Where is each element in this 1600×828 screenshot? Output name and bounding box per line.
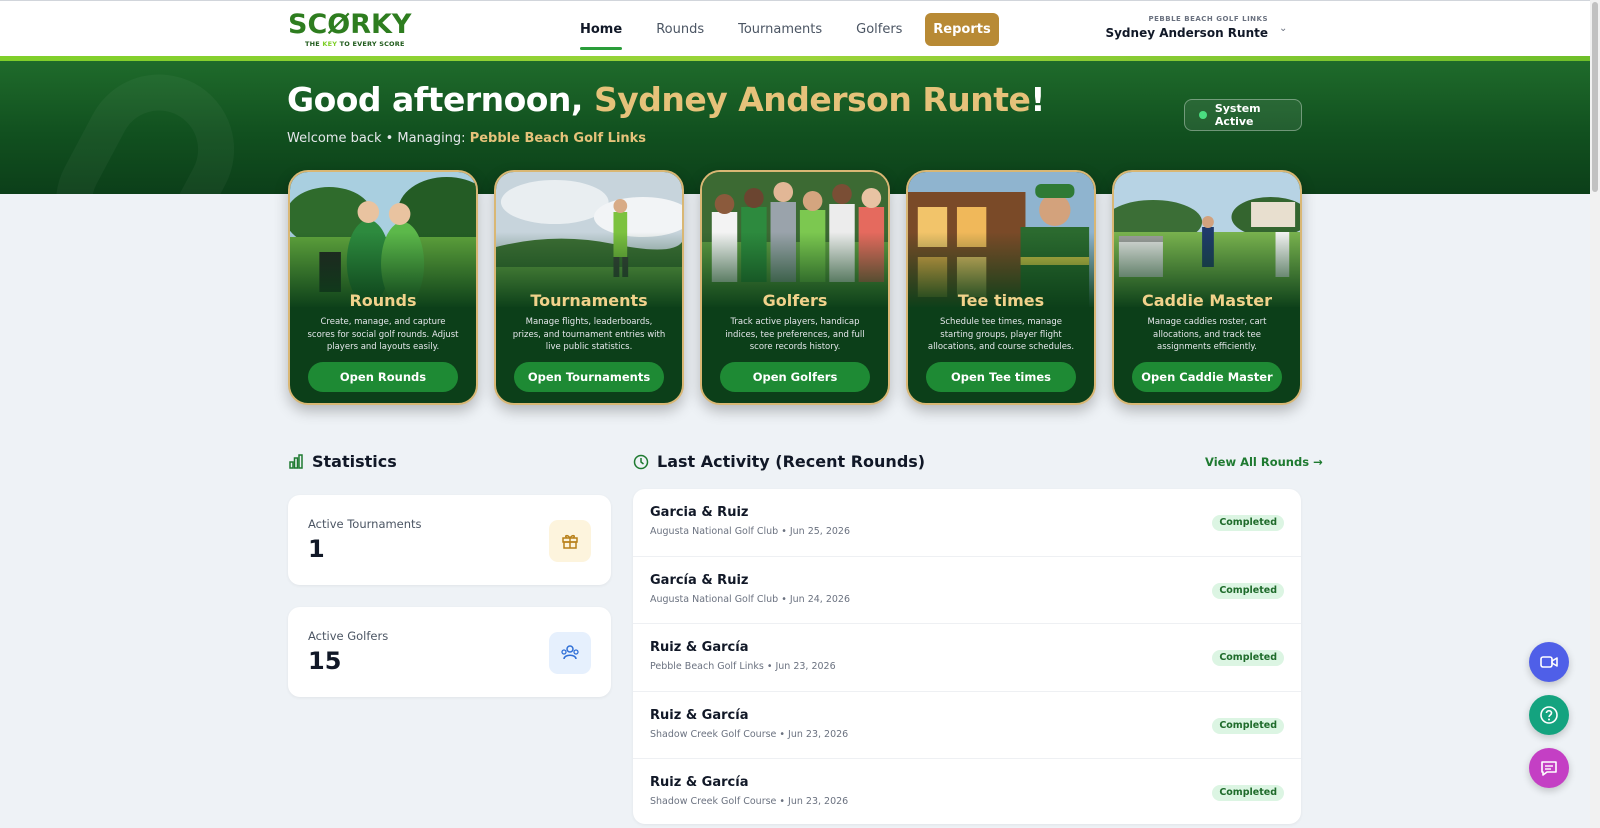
chat-button[interactable] (1529, 748, 1569, 788)
system-status-badge: System Active (1184, 99, 1302, 131)
user-name: Sydney Anderson Runte (1105, 26, 1268, 40)
list-item[interactable]: García & Ruiz Augusta National Golf Club… (633, 557, 1301, 624)
card-description: Manage flights, leaderboards, prizes, an… (512, 317, 666, 352)
clock-icon (633, 454, 649, 469)
open-golfers-button[interactable]: Open Golfers (720, 362, 870, 392)
status-badge: Completed (1212, 785, 1284, 801)
round-name: García & Ruiz (650, 572, 749, 588)
open-rounds-button[interactable]: Open Rounds (308, 362, 458, 392)
user-menu[interactable]: PEBBLE BEACH GOLF LINKS Sydney Anderson … (1105, 15, 1268, 40)
hero-decoration (29, 61, 261, 194)
card-description: Track active players, handicap indices, … (725, 317, 865, 352)
open-tournaments-button[interactable]: Open Tournaments (514, 362, 664, 392)
view-all-rounds-link[interactable]: View All Rounds → (1205, 455, 1323, 469)
card-title: Golfers (762, 291, 828, 310)
statistics-heading: Statistics (288, 452, 397, 471)
help-button[interactable] (1529, 695, 1569, 735)
chevron-down-icon[interactable]: ⌄ (1279, 23, 1287, 34)
status-badge: Completed (1212, 650, 1284, 666)
card-title: Caddie Master (1142, 291, 1272, 310)
card-title: Tournaments (530, 291, 648, 310)
activity-heading: Last Activity (Recent Rounds) (633, 452, 925, 471)
card-rounds: Rounds Create, manage, and capture score… (288, 170, 478, 405)
stat-value: 1 (308, 535, 325, 563)
greeting-heading: Good afternoon, Sydney Anderson Runte! (287, 80, 1045, 119)
page-scrollbar-thumb[interactable] (1592, 2, 1598, 192)
nav-golfers[interactable]: Golfers (856, 13, 902, 47)
stat-label: Active Tournaments (308, 517, 422, 531)
round-name: Garcia & Ruiz (650, 505, 749, 520)
recent-rounds-list: Garcia & Ruiz Augusta National Golf Club… (633, 489, 1301, 824)
help-icon (1540, 706, 1558, 724)
list-item[interactable]: Ruiz & García Pebble Beach Golf Links • … (633, 624, 1301, 692)
card-description: Manage caddies roster, cart allocations,… (1147, 317, 1267, 352)
open-tee-times-button[interactable]: Open Tee times (926, 362, 1076, 392)
card-tournaments: Tournaments Manage flights, leaderboards… (494, 170, 684, 405)
list-item[interactable]: Ruiz & García Shadow Creek Golf Course •… (633, 692, 1301, 759)
list-item[interactable]: Garcia & Ruiz Augusta National Golf Club… (633, 489, 1301, 557)
main-nav: Home Rounds Tournaments Golfers (580, 13, 936, 50)
nav-rounds[interactable]: Rounds (656, 13, 704, 47)
status-badge: Completed (1212, 582, 1284, 599)
user-club: PEBBLE BEACH GOLF LINKS (1148, 15, 1268, 23)
scorky-logo[interactable]: SCØRKY THE KEY TO EVERY SCORE (288, 11, 411, 49)
round-name: Ruiz & García (650, 775, 749, 790)
nav-reports-button[interactable]: Reports (925, 13, 999, 46)
welcome-subtitle: Welcome back • Managing: Pebble Beach Go… (287, 131, 647, 146)
list-item[interactable]: Ruiz & García Shadow Creek Golf Course •… (633, 759, 1301, 824)
card-title: Tee times (957, 291, 1045, 310)
card-golfers: Golfers Track active players, handicap i… (700, 170, 890, 405)
open-caddie-master-button[interactable]: Open Caddie Master (1132, 362, 1282, 392)
round-meta: Pebble Beach Golf Links • Jun 23, 2026 (650, 661, 836, 672)
nav-home[interactable]: Home (580, 13, 623, 50)
card-description: Create, manage, and capture scores for s… (307, 317, 459, 352)
card-tee-times: Tee times Schedule tee times, manage sta… (906, 170, 1096, 405)
round-name: Ruiz & García (650, 707, 749, 723)
chat-icon (1541, 761, 1557, 776)
stat-value: 15 (308, 647, 342, 675)
round-meta: Shadow Creek Golf Course • Jun 23, 2026 (650, 796, 849, 807)
card-description: Schedule tee times, manage starting grou… (927, 317, 1075, 352)
round-meta: Augusta National Golf Club • Jun 25, 202… (650, 526, 851, 537)
status-badge: Completed (1212, 717, 1284, 734)
video-call-button[interactable] (1529, 642, 1569, 682)
round-meta: Augusta National Golf Club • Jun 24, 202… (650, 593, 851, 605)
stat-label: Active Golfers (308, 629, 389, 643)
gift-icon (549, 520, 591, 562)
card-title: Rounds (349, 291, 417, 310)
nav-tournaments[interactable]: Tournaments (738, 13, 822, 47)
status-badge: Completed (1212, 515, 1284, 531)
round-name: Ruiz & García (650, 640, 749, 655)
video-icon (1540, 656, 1558, 668)
round-meta: Shadow Creek Golf Course • Jun 23, 2026 (650, 728, 849, 740)
stat-active-golfers: Active Golfers 15 (288, 607, 611, 697)
card-caddie-master: Caddie Master Manage caddies roster, car… (1112, 170, 1302, 405)
users-icon (549, 632, 591, 674)
top-header: SCØRKY THE KEY TO EVERY SCORE Home Round… (0, 0, 1590, 57)
bar-chart-icon (289, 453, 303, 469)
stat-active-tournaments: Active Tournaments 1 (288, 495, 611, 585)
status-dot-icon (1199, 111, 1207, 119)
logo-tagline: THE KEY TO EVERY SCORE (305, 40, 405, 48)
